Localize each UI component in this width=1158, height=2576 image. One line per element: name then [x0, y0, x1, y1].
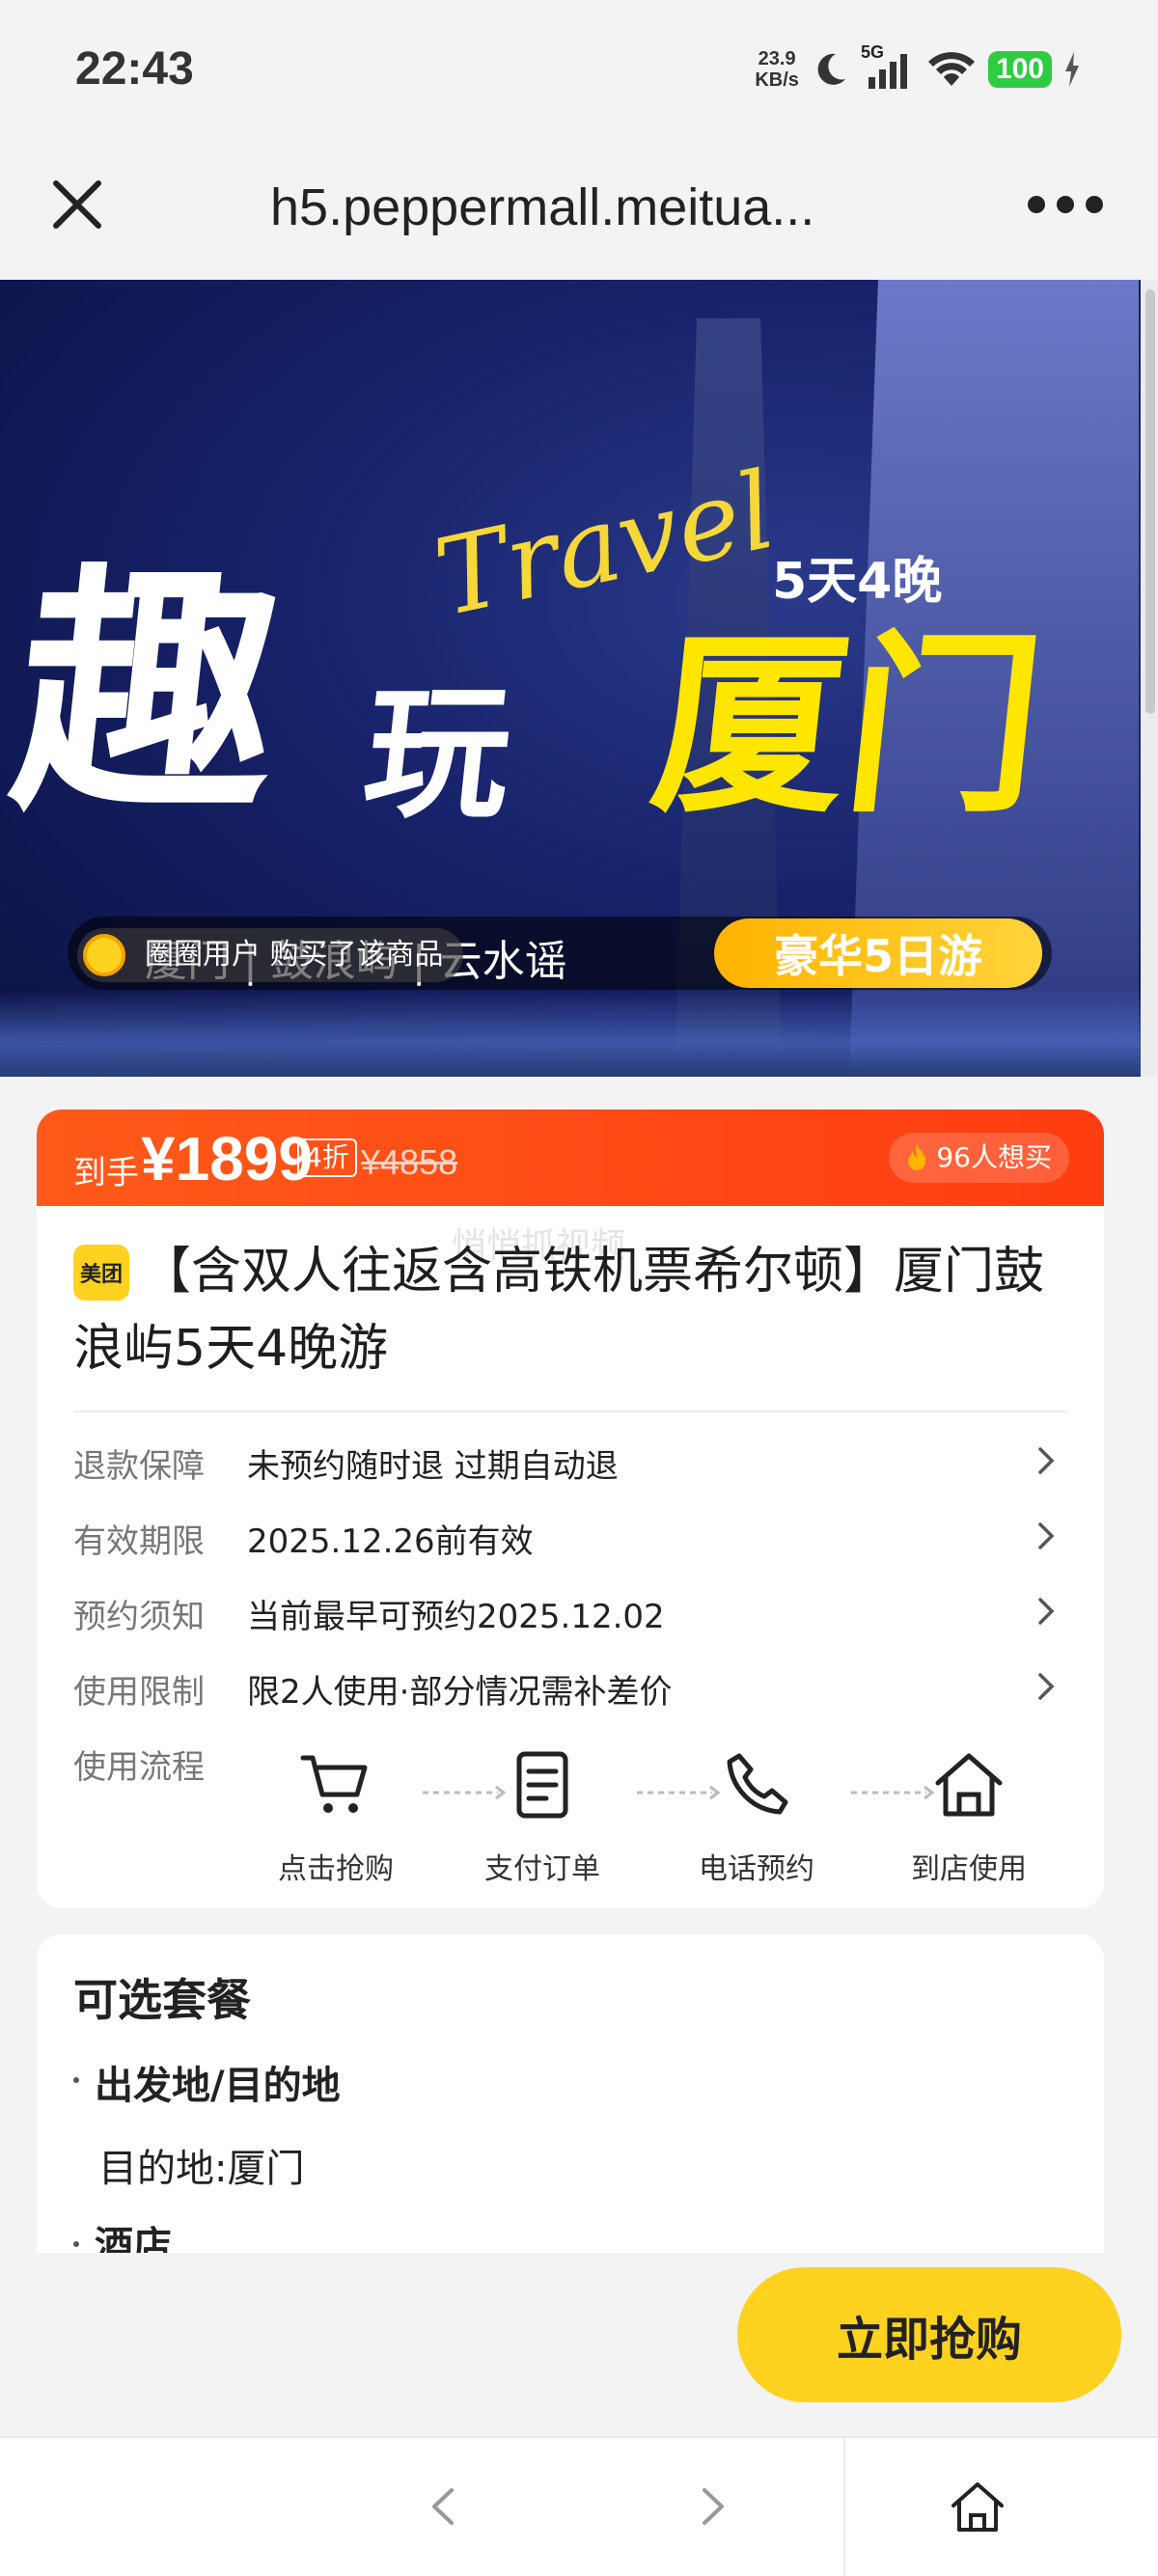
- info-value: 当前最早可预约2025.12.02: [247, 1598, 665, 1636]
- page-scrollbar-track[interactable]: [1141, 280, 1158, 1077]
- back-icon[interactable]: [421, 2482, 469, 2531]
- buyer-avatar: [83, 934, 125, 976]
- info-label: 使用限制: [73, 1673, 205, 1712]
- package-card: 可选套餐 出发地/目的地 目的地:厦门 酒店: [37, 1934, 1104, 2253]
- buy-now-button[interactable]: 立即抢购: [737, 2267, 1121, 2402]
- banner-title-qu: 趣: [0, 542, 285, 846]
- flame-icon: [908, 1143, 926, 1170]
- package-section-hotel: 酒店: [95, 2224, 172, 2253]
- info-row-validity[interactable]: 有效期限 2025.12.26前有效: [73, 1507, 1077, 1565]
- info-row-booking[interactable]: 预约须知 当前最早可预约2025.12.02: [73, 1582, 1077, 1640]
- cart-icon: [300, 1755, 368, 1813]
- chevron-right-icon: [1038, 1522, 1055, 1549]
- chevron-right-icon: [1038, 1673, 1055, 1700]
- info-value: 限2人使用·部分情况需补差价: [247, 1673, 673, 1712]
- info-label: 有效期限: [73, 1522, 205, 1561]
- info-label: 使用流程: [73, 1748, 205, 1787]
- buyer-notice: 圈圈用户 购买了该商品: [77, 928, 463, 982]
- bullet-dot: [73, 2077, 79, 2083]
- original-price: ¥4858: [361, 1142, 458, 1182]
- info-row-restriction[interactable]: 使用限制 限2人使用·部分情况需补差价: [73, 1658, 1077, 1715]
- divider: [73, 1411, 1067, 1412]
- forward-icon[interactable]: [687, 2482, 735, 2531]
- home-icon: [935, 1753, 1003, 1817]
- product-title: 【含双人往返含高铁机票希尔顿】厦门鼓浪屿5天4晚游: [73, 1243, 1045, 1378]
- flow-step-pay: 支付订单: [455, 1746, 629, 1887]
- status-icons: 23.9 KB/s 5G 100: [755, 42, 1081, 96]
- price-value: ¥1899: [141, 1124, 313, 1193]
- chevron-right-icon: [1038, 1598, 1055, 1625]
- info-label: 退款保障: [73, 1447, 205, 1486]
- phone-icon: [727, 1753, 788, 1815]
- package-title: 可选套餐: [73, 1974, 251, 2026]
- flow-step-call: 电话预约: [670, 1746, 843, 1887]
- flow-step-buy: 点击抢购: [249, 1746, 423, 1887]
- product-card: 到手 ¥1899 4折 ¥4858 96人想买 悄悄抓视频 美团 【含双人往返含…: [37, 1110, 1104, 1908]
- package-section-destination: 出发地/目的地: [95, 2064, 341, 2108]
- charging-icon: [1065, 52, 1079, 87]
- banner-duration: 5天4晚: [772, 553, 943, 611]
- more-options-icon[interactable]: [1025, 183, 1106, 226]
- tour-badge: 豪华5日游: [714, 918, 1042, 988]
- city-lights: [0, 990, 1141, 1077]
- chevron-right-icon: [1038, 1447, 1055, 1474]
- flow-step-visit: 到店使用: [882, 1746, 1056, 1887]
- network-speed: 23.9 KB/s: [755, 48, 799, 91]
- page-scrollbar-thumb[interactable]: [1145, 289, 1155, 714]
- home-icon[interactable]: [948, 2477, 1007, 2536]
- usage-flow: 点击抢购 支付订单 电话预约 到店使用: [249, 1746, 1060, 1891]
- price-label: 到手: [73, 1154, 139, 1192]
- info-value: 2025.12.26前有效: [247, 1522, 534, 1561]
- price-bar: 到手 ¥1899 4折 ¥4858 96人想买: [37, 1110, 1104, 1206]
- discount-tag: 4折: [297, 1138, 357, 1177]
- info-row-refund[interactable]: 退款保障 未预约随时退 过期自动退: [73, 1432, 1077, 1490]
- moon-icon: [817, 53, 845, 85]
- package-destination-value: 目的地:厦门: [98, 2147, 305, 2191]
- want-count-badge: 96人想买: [889, 1133, 1069, 1183]
- document-icon: [516, 1751, 568, 1819]
- banner-title-wan: 玩: [356, 671, 519, 838]
- battery-indicator: 100: [987, 51, 1052, 88]
- bullet-dot: [73, 2241, 79, 2247]
- info-label: 预约须知: [73, 1598, 205, 1636]
- close-icon[interactable]: [46, 174, 108, 235]
- wifi-icon: [927, 52, 975, 86]
- page-url: h5.peppermall.meitua...: [270, 178, 815, 236]
- status-time: 22:43: [75, 43, 194, 95]
- product-banner[interactable]: 趣 玩 厦门 Travel 5天4晚 厦门 | 鼓浪屿 | 云水谣 豪华5日游 …: [0, 280, 1141, 1077]
- status-bar: 22:43 23.9 KB/s 5G 100: [0, 0, 1158, 135]
- browser-nav-bar: h5.peppermall.meitua...: [0, 135, 1158, 280]
- info-value: 未预约随时退 过期自动退: [247, 1447, 619, 1486]
- divider: [843, 2438, 845, 2576]
- browser-bottom-bar: [0, 2436, 1158, 2576]
- cellular-signal-icon: [868, 54, 907, 89]
- signal-indicator: 5G: [861, 42, 915, 91]
